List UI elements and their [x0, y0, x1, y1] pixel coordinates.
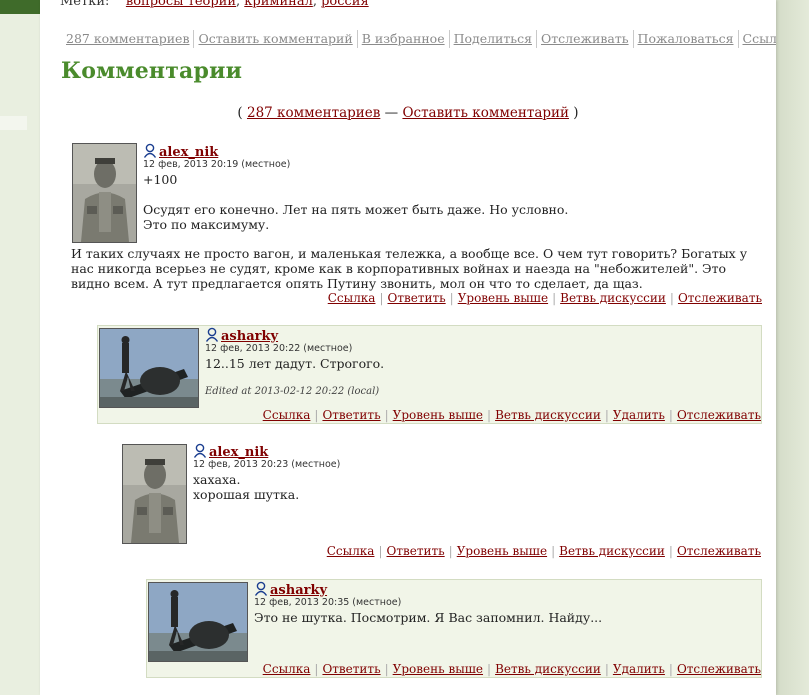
author-link[interactable]: alex_nik: [159, 145, 218, 160]
left-margin: [0, 0, 40, 695]
left-margin-box: [0, 116, 27, 130]
author-link[interactable]: asharky: [221, 329, 278, 344]
author-link[interactable]: alex_nik: [209, 445, 268, 460]
comment-date: 12 фев, 2013 20:22 (местное): [205, 343, 353, 354]
dash: —: [384, 105, 399, 121]
soldier-portrait-photo: [73, 144, 136, 242]
delete-link[interactable]: Удалить: [613, 408, 665, 422]
parent-link[interactable]: Уровень выше: [458, 291, 548, 305]
parent-link[interactable]: Уровень выше: [457, 544, 547, 558]
parent-link[interactable]: Уровень выше: [393, 662, 483, 676]
comments-count-link[interactable]: 287 комментариев: [63, 31, 192, 46]
person-on-tank-photo: [149, 583, 247, 661]
edited-note: Edited at 2013-02-12 20:22 (local): [205, 386, 380, 397]
thread-link[interactable]: Ветвь дискуссии: [495, 662, 601, 676]
permalink-link[interactable]: Ссылка: [740, 31, 777, 46]
comment-actions: Ссылка | Ответить | Уровень выше | Ветвь диску…: [262, 662, 761, 676]
reply-link[interactable]: Ответить: [388, 291, 446, 305]
permalink-link[interactable]: Ссылка: [263, 662, 311, 676]
reply-link[interactable]: Ответить: [387, 544, 445, 558]
tags-line: Метки: вопросы теории, криминал, россия: [60, 0, 369, 9]
divider: [448, 30, 450, 48]
permalink-link[interactable]: Ссылка: [263, 408, 311, 422]
comment-actions: Ссылка | Ответить | Уровень выше | Ветвь диску…: [327, 291, 762, 305]
track-link[interactable]: Отслеживать: [678, 291, 762, 305]
comment-date: 12 фев, 2013 20:35 (местное): [254, 597, 402, 608]
comment: asharky 12 фев, 2013 20:35 (местное) Это…: [146, 579, 762, 678]
comments-heading: Комментарии: [61, 58, 243, 84]
divider: [356, 30, 358, 48]
thread-link[interactable]: Ветвь дискуссии: [495, 408, 601, 422]
comment-text: 12..15 лет дадут. Строгого.: [205, 356, 385, 371]
paren-close: ): [573, 105, 579, 121]
comment-actions: Ссылка | Ответить | Уровень выше | Ветвь диску…: [326, 544, 761, 558]
divider: [536, 30, 537, 48]
track-link[interactable]: Отслеживать: [677, 544, 761, 558]
comment: asharky 12 фев, 2013 20:22 (местное) 12.…: [97, 325, 762, 424]
comments-summary: ( 287 комментариев — Оставить комментари…: [40, 105, 776, 121]
reply-link[interactable]: Ответить: [322, 662, 380, 676]
comment-date: 12 фев, 2013 20:23 (местное): [193, 459, 341, 470]
delete-link[interactable]: Удалить: [613, 662, 665, 676]
author-link[interactable]: asharky: [270, 583, 327, 598]
track-link[interactable]: Отслеживать: [677, 662, 761, 676]
right-margin: [776, 0, 809, 695]
comment-text-continued: И таких случаях не просто вагон, и мален…: [71, 246, 748, 291]
user-avatar[interactable]: [72, 143, 137, 243]
reply-link[interactable]: Ответить: [322, 408, 380, 422]
permalink-link[interactable]: Ссылка: [327, 544, 375, 558]
report-link[interactable]: Пожаловаться: [635, 31, 737, 46]
thread-link[interactable]: Ветвь дискуссии: [560, 291, 666, 305]
parent-link[interactable]: Уровень выше: [393, 408, 483, 422]
paren-open: (: [237, 105, 243, 121]
comment: alex_nik 12 фев, 2013 20:23 (местное) ха…: [121, 443, 761, 561]
comment-text: хахаха. хорошая шутка.: [193, 472, 300, 502]
left-header-accent: [0, 0, 40, 14]
summary-leave-comment-link[interactable]: Оставить комментарий: [402, 105, 569, 121]
track-link[interactable]: Отслеживать: [677, 408, 761, 422]
user-avatar[interactable]: [148, 582, 248, 662]
thread-link[interactable]: Ветвь дискуссии: [559, 544, 665, 558]
add-favorite-link[interactable]: В избранное: [359, 31, 448, 46]
divider: [737, 30, 739, 48]
share-link[interactable]: Поделиться: [451, 31, 535, 46]
comment-text: +100 Осудят его конечно. Лет на пять мож…: [143, 172, 569, 232]
user-avatar[interactable]: [99, 328, 199, 408]
tag-link-russia[interactable]: россия: [321, 0, 369, 9]
post-action-bar: 287 комментариев Оставить комментарий В из…: [63, 30, 776, 48]
comment: alex_nik 12 фев, 2013 20:19 (местное) +1…: [70, 142, 762, 308]
soldier-portrait-photo: [123, 445, 186, 543]
summary-comments-count-link[interactable]: 287 комментариев: [247, 105, 380, 121]
person-on-tank-photo: [100, 329, 198, 407]
permalink-link[interactable]: Ссылка: [328, 291, 376, 305]
tag-link-crime[interactable]: криминал: [244, 0, 313, 9]
page-content: Метки: вопросы теории, криминал, россия …: [40, 0, 776, 695]
tag-link-theory[interactable]: вопросы теории: [126, 0, 236, 9]
tags-label: Метки:: [60, 0, 110, 9]
comment-date: 12 фев, 2013 20:19 (местное): [143, 159, 291, 170]
user-avatar[interactable]: [122, 444, 187, 544]
leave-comment-link[interactable]: Оставить комментарий: [195, 31, 355, 46]
comment-actions: Ссылка | Ответить | Уровень выше | Ветвь диску…: [262, 408, 761, 422]
comment-text: Это не шутка. Посмотрим. Я Вас запомнил.…: [254, 610, 603, 625]
track-link[interactable]: Отслеживать: [538, 31, 632, 46]
divider: [632, 30, 634, 48]
